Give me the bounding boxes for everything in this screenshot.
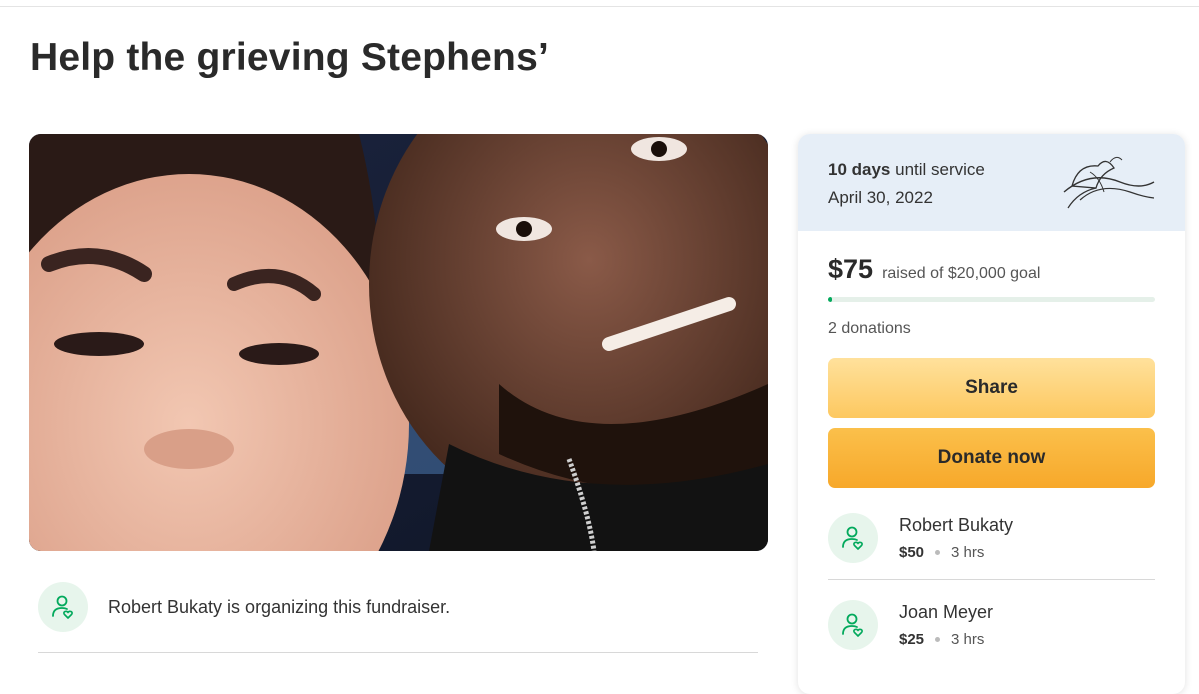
raised-amount: $75 [828, 254, 874, 284]
service-date: April 30, 2022 [828, 188, 933, 207]
page-title: Help the grieving Stephens’ [30, 36, 549, 79]
donor-item: Robert Bukaty $50 3 hrs [828, 508, 1155, 568]
progress-bar [828, 297, 1155, 302]
donor-item: Joan Meyer $25 3 hrs [828, 595, 1155, 655]
separator-dot [935, 637, 941, 642]
donation-card: 10 days until service April 30, 2022 $75… [798, 134, 1185, 694]
service-days: 10 days [828, 160, 891, 179]
raised-goal-text: raised of $20,000 goal [882, 265, 1041, 282]
donor-name: Robert Bukaty [899, 515, 1014, 535]
donor-divider [828, 579, 1155, 580]
service-countdown: 10 days until service [828, 160, 985, 180]
donor-time: 3 hrs [951, 631, 985, 648]
fundraiser-photo[interactable] [29, 134, 768, 551]
donor-amount: $25 [899, 631, 925, 648]
lily-flower-icon [1063, 156, 1155, 209]
service-days-suffix: until service [895, 160, 985, 179]
raised-row: $75 raised of $20,000 goal [828, 254, 1040, 285]
user-heart-icon [828, 600, 878, 650]
progress-fill [828, 297, 832, 302]
service-banner: 10 days until service April 30, 2022 [798, 134, 1185, 231]
user-heart-icon [38, 582, 88, 632]
organizer-row: Robert Bukaty is organizing this fundrai… [38, 582, 758, 632]
separator-dot [935, 550, 941, 555]
top-divider [0, 6, 1199, 7]
donate-now-button[interactable]: Donate now [828, 428, 1155, 488]
donor-amount: $50 [899, 544, 925, 561]
share-button[interactable]: Share [828, 358, 1155, 418]
user-heart-icon [828, 513, 878, 563]
donor-name: Joan Meyer [899, 602, 994, 622]
donor-time: 3 hrs [951, 544, 985, 561]
donation-count: 2 donations [828, 320, 911, 337]
organizer-divider [38, 652, 758, 653]
organizer-text: Robert Bukaty is organizing this fundrai… [108, 596, 451, 617]
